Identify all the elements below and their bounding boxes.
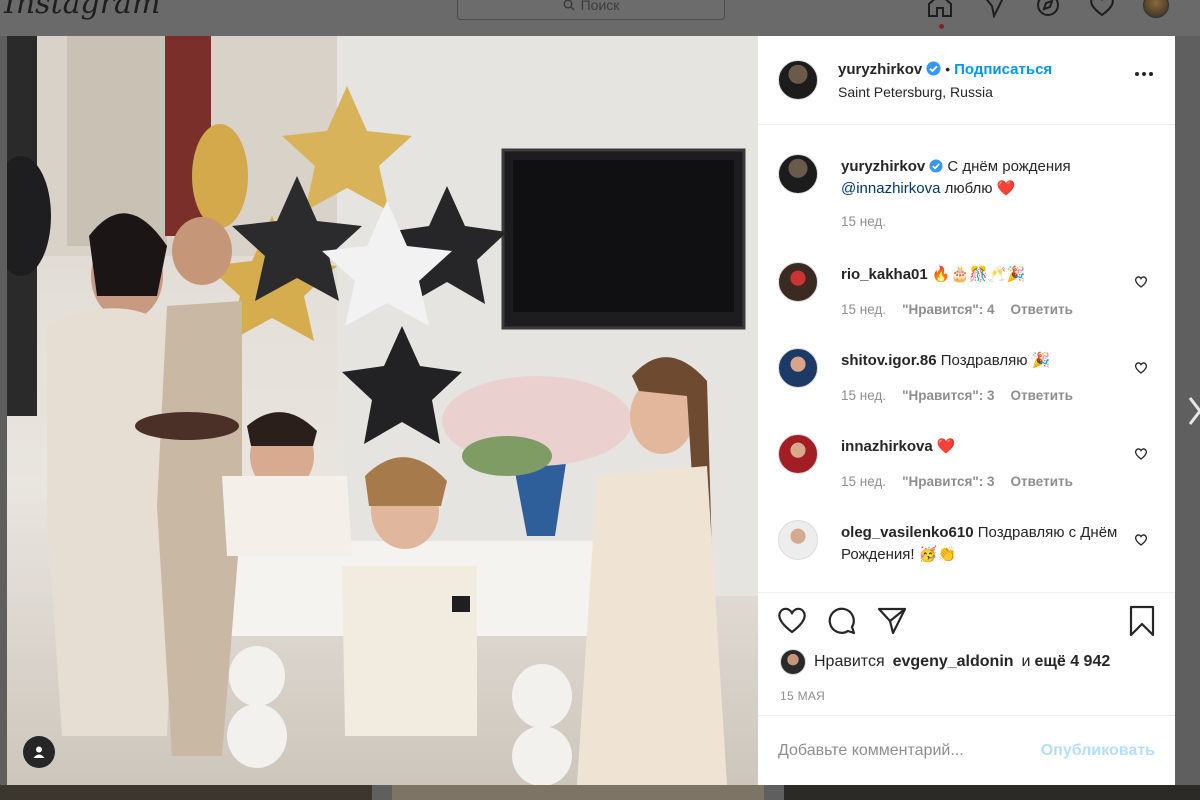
commenter-avatar[interactable] [778,348,818,388]
explore-icon[interactable] [1032,0,1064,18]
reply-button[interactable]: Ответить [1011,388,1073,403]
caption-text: С днём рождения [947,158,1071,175]
likes-middle: и [1021,653,1031,670]
user-icon [33,746,45,758]
direct-messages-icon[interactable] [978,0,1010,18]
author-username[interactable]: yuryzhirkov [838,61,922,78]
commenter-username[interactable]: shitov.igor.86 [841,352,937,369]
comment-time[interactable]: 15 нед. [841,474,886,489]
search-icon [563,0,575,11]
comment-text: 🔥🎂🎊🥂🎉 [931,266,1026,283]
like-comment-heart-icon[interactable] [1134,275,1148,288]
instagram-logo[interactable]: Instagram [4,0,160,21]
post-date[interactable]: 15 МАЯ [780,689,825,703]
verified-badge-icon [926,61,941,75]
commenter-username[interactable]: rio_kakha01 [841,266,928,283]
post-details-panel: yuryzhirkov • Подписаться Saint Petersburg… [758,36,1175,785]
separator-dot: • [945,60,951,77]
comment-input[interactable] [778,741,1041,760]
like-comment-heart-icon[interactable] [1134,361,1148,374]
comment-item: innazhirkova ❤️ 15 нед. "Нравится": 3 От… [778,434,1158,504]
commenter-username[interactable]: innazhirkova [841,438,933,455]
comments-list: yuryzhirkov С днём рождения @innazhirkov… [758,126,1175,592]
comment-likes-count[interactable]: "Нравится": 4 [902,302,994,317]
activity-heart-icon[interactable] [1086,0,1118,18]
post-photo[interactable] [7,36,758,785]
commenter-username[interactable]: oleg_vasilenko610 [841,524,974,541]
likes-count-link[interactable]: ещё 4 942 [1034,653,1110,671]
search-placeholder: Поиск [580,0,620,13]
top-navigation-bar: Instagram Поиск [0,0,1200,36]
notification-dot [939,24,944,29]
commenter-avatar[interactable] [778,520,818,560]
caption-time[interactable]: 15 нед. [841,214,886,229]
add-comment-bar: Опубликовать [758,715,1175,785]
home-icon[interactable] [924,0,956,18]
share-send-icon[interactable] [876,605,908,635]
reply-button[interactable]: Ответить [1011,474,1073,489]
likes-prefix: Нравится [814,653,885,670]
comment-text: ❤️ [936,438,956,455]
next-post-arrow-icon[interactable] [1188,396,1200,431]
search-input[interactable]: Поиск [457,0,725,20]
commenter-avatar[interactable] [778,434,818,474]
liker-avatar[interactable] [780,649,806,675]
caption-author-avatar[interactable] [778,154,818,194]
photo-scene [7,36,758,785]
likes-summary: Нравится evgeny_aldonin и ещё 4 942 [780,649,1110,675]
comment-time[interactable]: 15 нед. [841,388,886,403]
like-comment-heart-icon[interactable] [1134,533,1148,546]
background-grid-strip [0,785,1200,800]
publish-button[interactable]: Опубликовать [1041,742,1155,760]
author-avatar[interactable] [778,60,818,100]
tagged-users-button[interactable] [23,736,55,768]
save-bookmark-icon[interactable] [1128,605,1156,637]
comment-likes-count[interactable]: "Нравится": 3 [902,474,994,489]
caption-username[interactable]: yuryzhirkov [841,158,925,175]
post-header: yuryzhirkov • Подписаться Saint Petersburg… [758,36,1175,125]
follow-button[interactable]: Подписаться [954,61,1052,78]
comment-item: shitov.igor.86 Поздравляю 🎉 15 нед. "Нра… [778,348,1158,418]
profile-avatar-nav[interactable] [1140,0,1172,18]
post-location[interactable]: Saint Petersburg, Russia [838,84,1052,100]
caption-heart-emoji: ❤️ [996,180,1016,197]
comment-item: oleg_vasilenko610 Поздравляю с Днём Рожд… [778,520,1158,590]
comment-item: rio_kakha01 🔥🎂🎊🥂🎉 15 нед. "Нравится": 4 … [778,262,1158,332]
like-comment-heart-icon[interactable] [1134,447,1148,460]
like-heart-icon[interactable] [776,605,808,635]
caption-text-after: люблю [944,180,993,197]
caption-mention-link[interactable]: @innazhirkova [841,180,940,197]
more-options-button[interactable] [1135,72,1153,76]
reply-button[interactable]: Ответить [1011,302,1073,317]
commenter-avatar[interactable] [778,262,818,302]
post-caption: yuryzhirkov С днём рождения @innazhirkov… [778,154,1158,254]
comment-bubble-icon[interactable] [826,605,858,635]
comment-likes-count[interactable]: "Нравится": 3 [902,388,994,403]
comment-text: Поздравляю 🎉 [940,352,1051,369]
liker-username[interactable]: evgeny_aldonin [893,653,1014,671]
verified-badge-icon [929,159,943,173]
comment-time[interactable]: 15 нед. [841,302,886,317]
